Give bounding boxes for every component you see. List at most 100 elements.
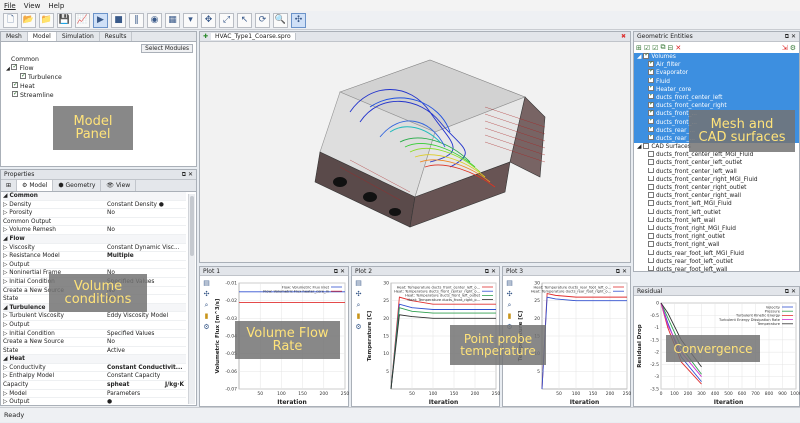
select-modules-button[interactable]: Select Modules [141, 44, 193, 53]
plot2-bookmark-icon[interactable]: ▮ [354, 312, 363, 321]
property-value[interactable]: No [107, 226, 186, 234]
add-entity-icon[interactable]: ⊞ [636, 44, 642, 52]
surface-checkbox[interactable] [648, 208, 654, 215]
new-file-icon[interactable]: 🗋 [3, 12, 18, 28]
volume-item[interactable]: Heater_core [634, 85, 799, 94]
model-tree-turbulence[interactable]: Turbulence [6, 73, 196, 82]
property-row[interactable]: ▷ Conductivity Constant Conductivit... [3, 364, 186, 373]
properties-toolbar-icon[interactable]: ⊞ [1, 180, 18, 191]
stop-icon[interactable]: ■ [111, 12, 126, 28]
tab-simulation[interactable]: Simulation [57, 32, 100, 41]
property-row[interactable]: Common Output [3, 218, 186, 227]
cad-surfaces-checkbox[interactable] [643, 143, 650, 149]
cad-surface-item[interactable]: ducts_front_center_left_outlet [634, 159, 799, 167]
volumes-group[interactable]: ◢ Volumes [634, 53, 799, 62]
axis-view-icon[interactable]: ✥ [201, 12, 216, 28]
save-icon[interactable]: 💾 [57, 12, 72, 28]
property-row[interactable]: ▷ Output [3, 321, 186, 330]
plot1-toggle-icon[interactable]: ▤ [202, 279, 211, 288]
property-value[interactable]: Specified Values [107, 330, 186, 338]
plot3-zoom-icon[interactable]: ⌕ [505, 301, 514, 310]
property-value[interactable] [107, 218, 186, 226]
volume-checkbox[interactable] [648, 102, 654, 108]
geometric-dock-close-icon[interactable]: ⧉ ✕ [785, 32, 796, 41]
plot2-options-icon[interactable]: ⚙ [354, 323, 363, 332]
cad-surface-item[interactable]: ducts_front_left_MGI_Fluid [634, 200, 799, 208]
volume-checkbox[interactable] [648, 134, 654, 141]
plot2-dock-icon[interactable]: ⧉ ✕ [485, 267, 496, 275]
surface-checkbox[interactable] [648, 200, 654, 206]
dock-close-icon[interactable]: ⧉ ✕ [182, 170, 193, 179]
property-row[interactable]: ▷ Density Constant Density ● [3, 201, 186, 210]
streamline-checkbox[interactable] [12, 91, 18, 98]
property-row[interactable]: ◢ Flow [3, 234, 186, 244]
cad-surface-item[interactable]: ducts_front_right_MGI_Fluid [634, 224, 799, 233]
pause-icon[interactable]: ‖ [129, 12, 144, 28]
property-value[interactable]: Eddy Viscosity Model [107, 312, 186, 320]
surface-checkbox[interactable] [648, 192, 654, 198]
property-value[interactable] [107, 261, 186, 269]
surface-checkbox[interactable] [648, 233, 654, 239]
property-row[interactable]: Capacity spheat J/kg·K [3, 381, 186, 390]
flow-checkbox[interactable] [11, 64, 17, 71]
select-all-icon[interactable]: ☑ [644, 44, 650, 52]
model-tree-heat[interactable]: Heat [6, 82, 196, 91]
group-icon[interactable]: ⧉ [660, 43, 665, 52]
tab-model[interactable]: Model [27, 32, 57, 41]
zoom-icon[interactable]: 🔍 [273, 12, 288, 28]
volume-checkbox[interactable] [648, 126, 654, 132]
property-row[interactable]: ▷ Resistance Model Multiple [3, 252, 186, 261]
view-layout-icon[interactable]: ▦ [165, 12, 180, 28]
property-value[interactable]: ● [107, 398, 186, 406]
property-value[interactable]: Constant Capacity [107, 372, 186, 380]
plot2-pan-icon[interactable]: ✣ [354, 290, 363, 299]
volume-checkbox[interactable] [648, 69, 654, 75]
plot3-bookmark-icon[interactable]: ▮ [505, 312, 514, 321]
surface-checkbox[interactable] [648, 167, 654, 174]
cad-surface-item[interactable]: ducts_rear_foot_left_outlet [634, 257, 799, 266]
tab-results[interactable]: Results [100, 32, 133, 41]
cad-surface-item[interactable]: ducts_front_center_right_wall [634, 192, 799, 200]
property-row[interactable]: ▷ Enthalpy Model Constant Capacity [3, 372, 186, 382]
cad-surface-item[interactable]: ducts_rear_foot_left_wall [634, 265, 799, 274]
property-value[interactable]: Constant Conductivit... [107, 364, 186, 372]
surface-checkbox[interactable] [648, 241, 654, 247]
volumes-checkbox[interactable] [643, 53, 649, 59]
property-value[interactable]: Multiple [107, 252, 186, 260]
property-row[interactable]: ▷ Volume Remesh No [3, 226, 186, 235]
cad-surface-item[interactable]: ducts_front_left_outlet [634, 208, 799, 217]
volume-item[interactable]: ducts_front_center_left [634, 93, 799, 103]
volume-checkbox[interactable] [648, 110, 654, 116]
plot1-dock-icon[interactable]: ⧉ ✕ [334, 267, 345, 275]
add-tab-icon[interactable]: ✚ [200, 33, 211, 40]
property-row[interactable]: ▷ Output [3, 261, 186, 270]
plot1-options-icon[interactable]: ⚙ [202, 323, 211, 332]
open-recent-icon[interactable]: 📁 [39, 12, 54, 28]
property-value[interactable]: No [107, 338, 186, 346]
volume-checkbox[interactable] [648, 77, 654, 83]
filter-icon[interactable]: ⊟ [667, 44, 673, 52]
settings-icon[interactable]: ⚙ [790, 44, 799, 52]
volume-item[interactable]: Fluid [634, 77, 799, 86]
property-row[interactable]: ▷ Model Parameters [3, 390, 186, 399]
menu-view[interactable]: View [24, 2, 41, 10]
property-value[interactable]: Parameters [107, 390, 186, 398]
property-value[interactable]: No [107, 209, 186, 217]
plot1-zoom-icon[interactable]: ⌕ [202, 301, 211, 310]
pan-icon[interactable]: ✣ [291, 12, 306, 28]
volume-checkbox[interactable] [648, 61, 654, 67]
property-value[interactable] [107, 355, 186, 363]
close-viewport-icon[interactable]: ✖ [621, 33, 630, 40]
model-tree-streamline[interactable]: Streamline [6, 91, 196, 100]
property-value[interactable]: Active [107, 347, 186, 355]
hvac-3d-model[interactable] [200, 42, 630, 262]
select-pointer-icon[interactable]: ↖ [237, 12, 252, 28]
property-row[interactable]: ▷ Initial Condition Specified Values [3, 330, 186, 339]
cad-surface-item[interactable]: ducts_front_center_right_outlet [634, 184, 799, 192]
surface-checkbox[interactable] [648, 257, 654, 264]
check-all-icon[interactable]: ☑ [652, 44, 658, 52]
cad-surface-item[interactable]: ducts_front_center_right_MGI_Fluid [634, 175, 799, 184]
surface-checkbox[interactable] [648, 216, 654, 223]
property-value[interactable]: Constant Density ● [107, 201, 186, 209]
surface-checkbox[interactable] [648, 265, 654, 272]
